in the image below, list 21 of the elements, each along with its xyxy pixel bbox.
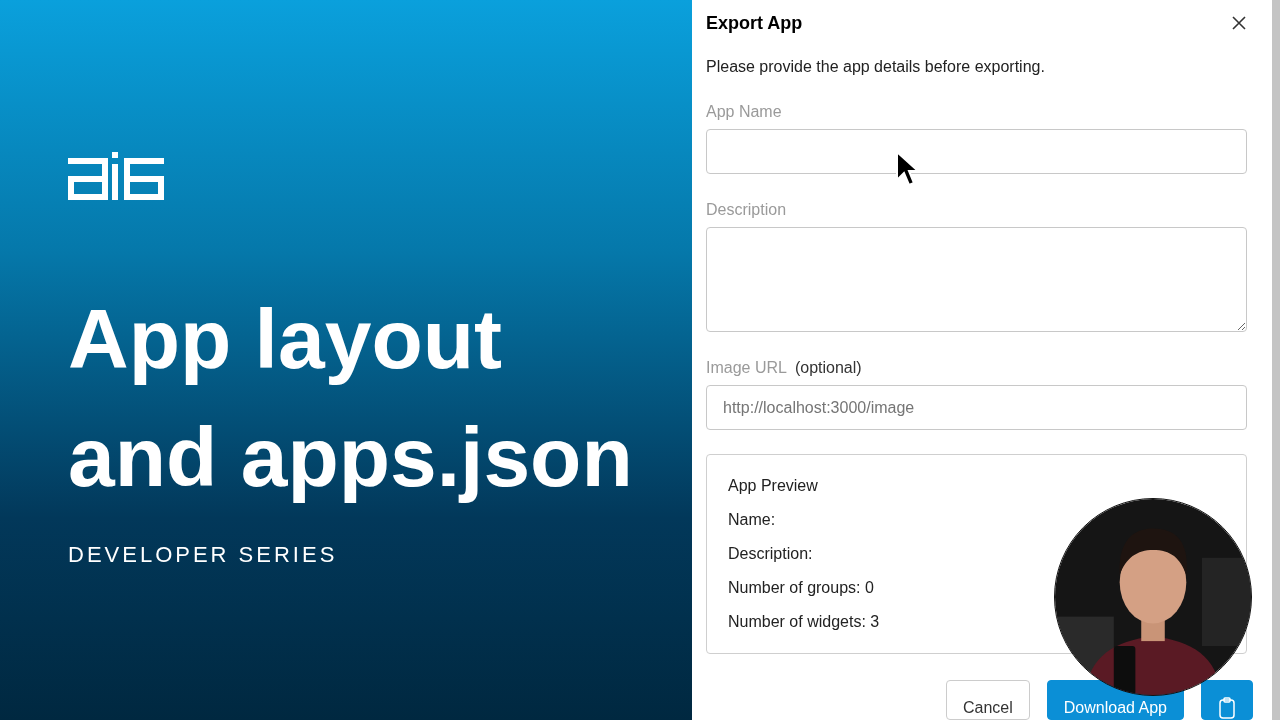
close-icon[interactable] <box>1231 15 1247 32</box>
headline: App layout and apps.json <box>68 291 634 506</box>
series-label: DEVELOPER SERIES <box>68 542 339 568</box>
field-label: Description <box>706 200 787 219</box>
clipboard-icon <box>1219 697 1235 719</box>
cancel-button[interactable]: Cancel <box>946 680 1030 720</box>
input-field[interactable]: http://localhost:3000/image <box>706 385 1247 430</box>
preview-title: App Preview <box>728 477 819 495</box>
field-label: Image URL <box>706 359 787 378</box>
dialog-title: Export App <box>706 12 803 34</box>
preview-line: Description: <box>728 545 814 563</box>
intro-text: Please provide the app details before exporting. <box>706 57 1046 76</box>
clipboard-button[interactable] <box>1201 680 1253 720</box>
preview-line: Name: <box>728 511 777 529</box>
text-area[interactable] <box>706 226 1247 333</box>
preview-line: Number of widgets: 3 <box>728 613 881 631</box>
preview-line: Number of groups: 0 <box>728 579 875 597</box>
logo-icon <box>68 152 164 200</box>
input-field[interactable] <box>706 128 1247 174</box>
field-label: App Name <box>706 102 782 121</box>
optional-note: (optional) <box>794 359 862 378</box>
